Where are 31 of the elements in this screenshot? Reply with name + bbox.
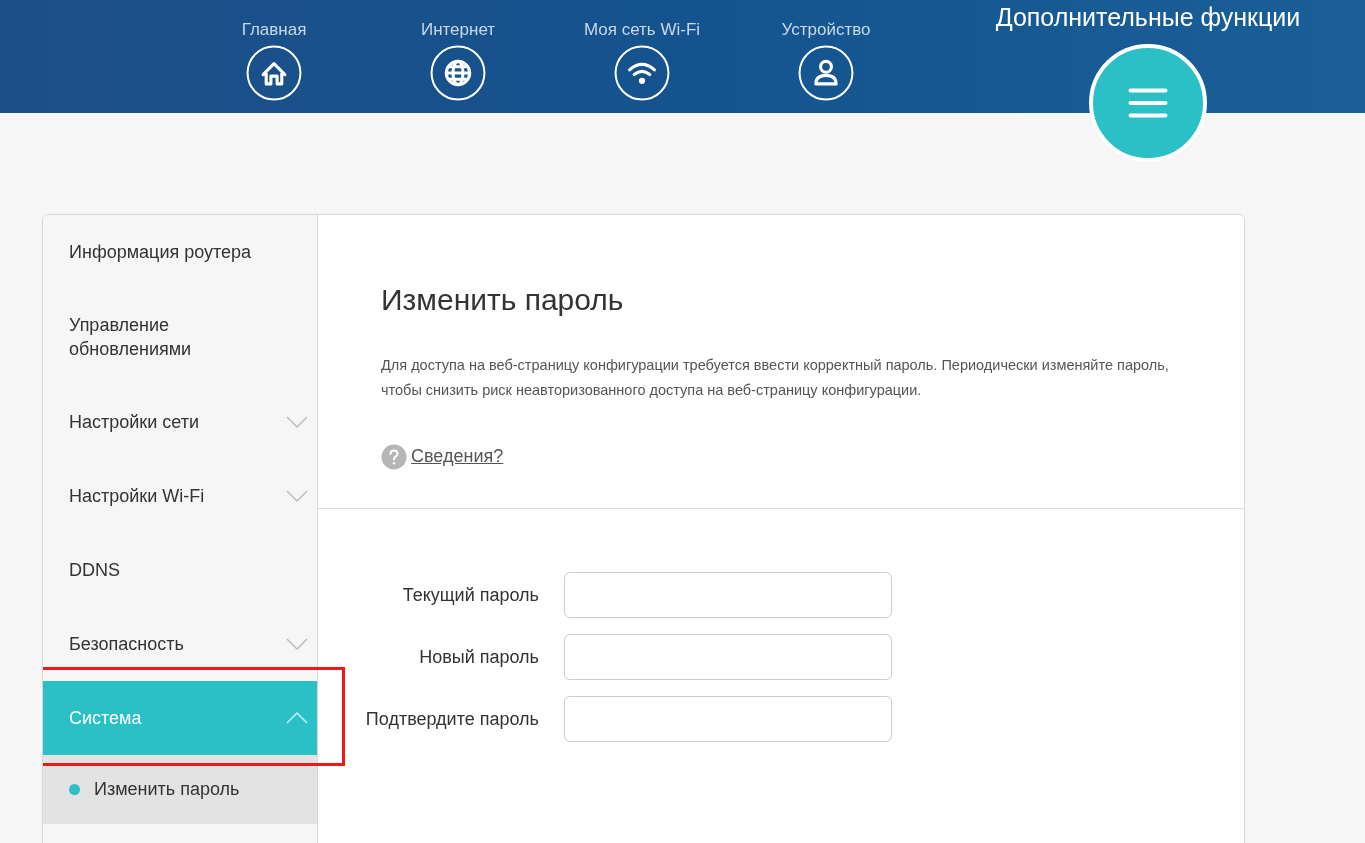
sidebar-subitem[interactable]: Изменить пароль	[43, 755, 317, 824]
page-title: Изменить пароль	[381, 282, 625, 318]
sidebar-item[interactable]: Управление обновлениями	[43, 289, 317, 385]
chevron-down-icon	[286, 638, 308, 650]
sidebar-item[interactable]: Настройки сети	[43, 385, 317, 459]
sidebar-item[interactable]: DDNS	[43, 533, 317, 607]
password-field[interactable]	[564, 696, 892, 742]
globe-icon	[430, 45, 486, 101]
menu-icon	[1088, 43, 1208, 163]
nav-tab[interactable]: Главная	[182, 0, 366, 113]
home-icon	[246, 45, 302, 101]
chevron-down-icon	[286, 416, 308, 428]
password-field[interactable]	[564, 572, 892, 618]
password-field[interactable]	[564, 634, 892, 680]
chevron-down-icon	[286, 490, 308, 502]
nav-tab[interactable]: Интернет	[366, 0, 550, 113]
field-label: Подтвердите пароль	[364, 707, 540, 731]
nav-tab[interactable]: Дополнительные функции	[978, 0, 1318, 113]
sidebar-item[interactable]: Информация роутера	[43, 215, 317, 289]
nav-tab[interactable]: Устройство	[734, 0, 918, 113]
sidebar-item[interactable]: Безопасность	[43, 607, 317, 681]
chevron-up-icon	[286, 712, 308, 724]
sidebar-item[interactable]: Настройки Wi-Fi	[43, 459, 317, 533]
field-label: Новый пароль	[418, 645, 540, 669]
nav-tab[interactable]: Моя сеть Wi-Fi	[550, 0, 734, 113]
user-icon	[798, 45, 854, 101]
details-link[interactable]: Сведения?	[411, 443, 504, 470]
field-label: Текущий пароль	[401, 583, 540, 607]
description-text: Для доступа на веб-страницу конфигурации требуется ввести корректный пароль. Периодически изменяйте пароль, чтобы снизить риск неавторизованного доступа на веб-страницу конфигурации.	[381, 356, 1170, 400]
wifi-icon	[614, 45, 670, 101]
help-icon	[381, 443, 407, 470]
